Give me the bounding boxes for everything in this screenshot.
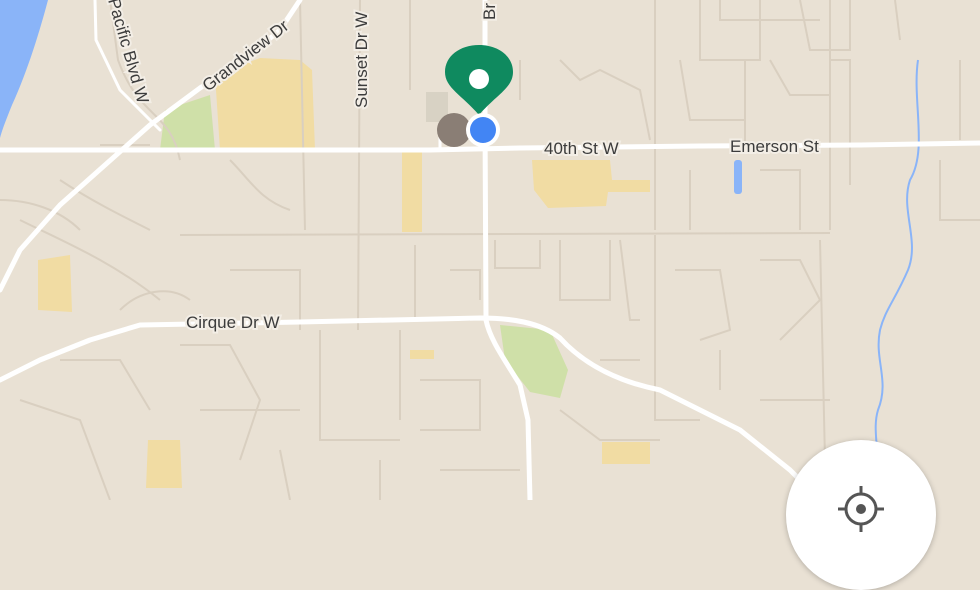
building-area bbox=[38, 255, 72, 312]
building-area bbox=[402, 152, 422, 232]
label-sunset-dr-w: Sunset Dr W bbox=[352, 12, 371, 108]
label-40th-st-w: 40th St W bbox=[544, 139, 619, 158]
building-area bbox=[602, 442, 650, 464]
gray-place-dot-icon[interactable] bbox=[437, 113, 471, 147]
label-emerson-st: Emerson St bbox=[730, 137, 819, 156]
label-cirque-dr-w: Cirque Dr W bbox=[186, 313, 280, 332]
locate-me-button[interactable] bbox=[786, 440, 936, 590]
crosshair-icon bbox=[838, 486, 884, 532]
pond bbox=[734, 160, 742, 194]
label-br-partial: Br bbox=[480, 3, 499, 20]
building-area bbox=[410, 350, 434, 359]
building-area bbox=[146, 440, 182, 488]
map-canvas[interactable]: Grandview Dr Sunset Dr W Pacific Blvd W … bbox=[0, 0, 980, 500]
blue-dot-icon bbox=[466, 113, 500, 147]
